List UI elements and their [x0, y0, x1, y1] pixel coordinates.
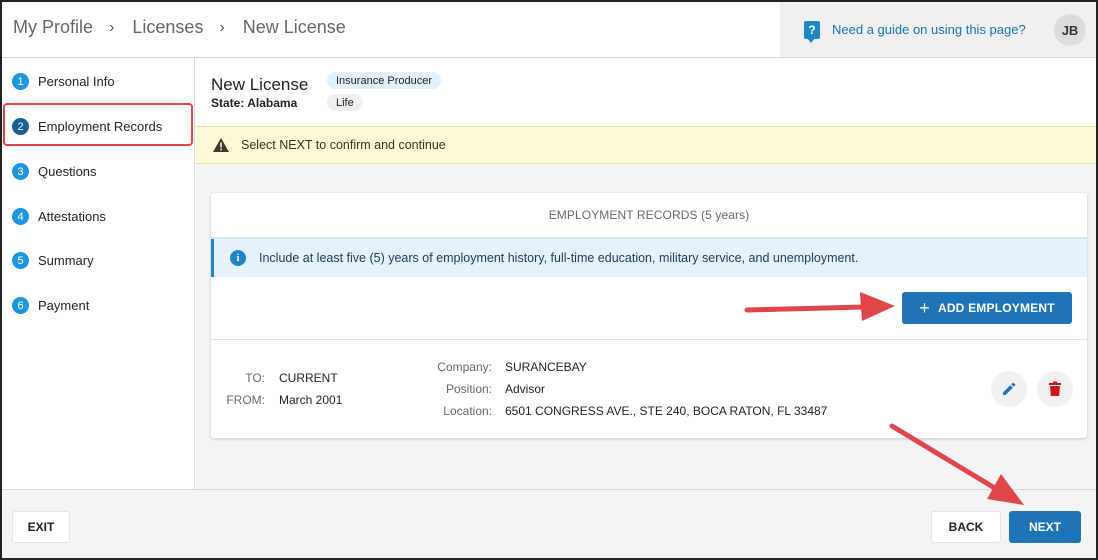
- chevron-right-icon: ›: [219, 18, 225, 36]
- help-chat-icon: ?: [804, 20, 820, 43]
- license-header: New License State: Alabama Insurance Pro…: [196, 58, 1096, 126]
- position-value: Advisor: [505, 382, 546, 396]
- alert-text: Select NEXT to confirm and continue: [241, 138, 446, 152]
- guide-link-text[interactable]: Need a guide on using this page?: [832, 22, 1026, 37]
- license-type-badge: Insurance Producer: [327, 72, 441, 89]
- guide-link[interactable]: ? Need a guide on using this page?: [780, 2, 1038, 57]
- edit-button[interactable]: [991, 371, 1027, 407]
- step-summary[interactable]: 5 Summary: [12, 252, 94, 269]
- page-title: New License: [211, 75, 309, 94]
- info-icon: i: [230, 250, 246, 266]
- step-personal-info[interactable]: 1 Personal Info: [12, 73, 115, 90]
- to-label: TO:: [245, 371, 265, 385]
- from-value: March 2001: [279, 393, 343, 407]
- to-value: CURRENT: [279, 371, 338, 385]
- step-attestations[interactable]: 4 Attestations: [12, 208, 106, 225]
- breadcrumb-licenses[interactable]: Licenses: [132, 17, 203, 38]
- step-number: 3: [12, 163, 29, 180]
- step-label: Personal Info: [38, 74, 115, 89]
- step-number: 5: [12, 252, 29, 269]
- delete-button[interactable]: [1037, 371, 1073, 407]
- breadcrumb: My Profile › Licenses › New License: [13, 17, 346, 38]
- from-label: FROM:: [226, 393, 265, 407]
- exit-button[interactable]: EXIT: [12, 511, 70, 543]
- position-label: Position:: [445, 382, 492, 396]
- line-of-authority-badge: Life: [327, 94, 363, 111]
- app-window: My Profile › Licenses › New License ? Ne…: [0, 0, 1098, 560]
- info-text: Include at least five (5) years of emplo…: [259, 251, 859, 265]
- card-title: EMPLOYMENT RECORDS (5 years): [548, 208, 750, 222]
- main-content: New License State: Alabama Insurance Pro…: [196, 58, 1096, 489]
- license-state: State: Alabama: [211, 96, 298, 110]
- company-label: Company:: [437, 360, 492, 374]
- plus-icon: +: [919, 298, 930, 318]
- add-employment-label: ADD EMPLOYMENT: [937, 301, 1055, 315]
- step-number: 6: [12, 297, 29, 314]
- top-header: My Profile › Licenses › New License ? Ne…: [2, 2, 1096, 58]
- confirm-alert: Select NEXT to confirm and continue: [196, 126, 1096, 164]
- info-banner: i Include at least five (5) years of emp…: [211, 239, 1087, 277]
- employment-records-card: EMPLOYMENT RECORDS (5 years) i Include a…: [211, 193, 1087, 438]
- step-label: Attestations: [38, 209, 106, 224]
- breadcrumb-my-profile[interactable]: My Profile: [13, 17, 93, 38]
- back-button[interactable]: BACK: [931, 511, 1001, 543]
- avatar[interactable]: JB: [1054, 14, 1086, 46]
- user-menu: JB: [1038, 2, 1096, 57]
- warning-icon: [213, 138, 229, 152]
- step-number: 1: [12, 73, 29, 90]
- chevron-right-icon: ›: [109, 18, 115, 36]
- trash-icon: [1049, 381, 1061, 396]
- step-payment[interactable]: 6 Payment: [12, 297, 89, 314]
- step-label: Questions: [38, 164, 97, 179]
- annotation-highlight-box: [3, 103, 193, 146]
- step-number: 4: [12, 208, 29, 225]
- location-value: 6501 CONGRESS AVE., STE 240, BOCA RATON,…: [505, 404, 828, 418]
- add-employment-button[interactable]: + ADD EMPLOYMENT: [902, 292, 1072, 324]
- step-sidebar: 1 Personal Info 2 Employment Records 3 Q…: [2, 58, 195, 489]
- footer-bar: EXIT BACK NEXT: [2, 489, 1096, 558]
- divider: [211, 339, 1087, 340]
- next-button[interactable]: NEXT: [1009, 511, 1081, 543]
- step-questions[interactable]: 3 Questions: [12, 163, 97, 180]
- step-label: Summary: [38, 253, 94, 268]
- location-label: Location:: [443, 404, 492, 418]
- pencil-icon: [1003, 382, 1016, 395]
- step-label: Payment: [38, 298, 90, 313]
- breadcrumb-new-license: New License: [242, 17, 346, 37]
- company-value: SURANCEBAY: [505, 360, 587, 374]
